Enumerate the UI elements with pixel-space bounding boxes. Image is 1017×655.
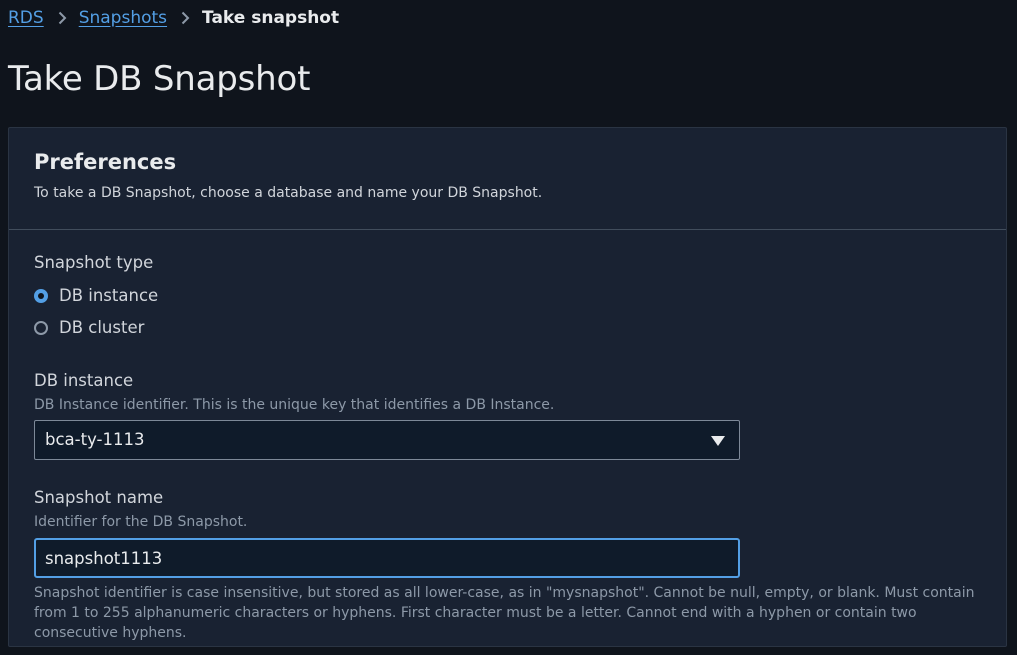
breadcrumb-rds-link[interactable]: RDS [8, 8, 44, 28]
radio-db-cluster-label: DB cluster [59, 318, 145, 337]
radio-db-instance-label: DB instance [59, 286, 159, 305]
preferences-header: Preferences To take a DB Snapshot, choos… [9, 128, 1006, 230]
db-instance-select[interactable]: bca-ty-1113 [34, 420, 740, 460]
db-instance-label: DB instance [34, 371, 134, 390]
snapshot-name-input[interactable] [34, 538, 740, 578]
snapshot-name-constraint: Snapshot identifier is case insensitive,… [34, 585, 975, 641]
snapshot-name-description: Identifier for the DB Snapshot. [34, 514, 248, 530]
preferences-title: Preferences [34, 150, 177, 174]
snapshot-name-label: Snapshot name [34, 488, 164, 507]
breadcrumb-snapshots-link[interactable]: Snapshots [79, 8, 167, 28]
db-instance-selected-value: bca-ty-1113 [45, 430, 145, 449]
chevron-right-icon [58, 11, 67, 25]
page: RDS Snapshots Take snapshot Take DB Snap… [0, 0, 1017, 655]
radio-db-cluster[interactable]: DB cluster [34, 318, 144, 337]
radio-unchecked-icon [34, 320, 48, 335]
snapshot-type-label: Snapshot type [34, 253, 154, 272]
radio-db-instance[interactable]: DB instance [34, 286, 158, 305]
preferences-panel: Preferences To take a DB Snapshot, choos… [8, 127, 1007, 647]
chevron-right-icon [181, 11, 190, 25]
page-title: Take DB Snapshot [8, 59, 311, 99]
preferences-description: To take a DB Snapshot, choose a database… [34, 185, 543, 201]
caret-down-icon [711, 436, 725, 446]
breadcrumb: RDS Snapshots Take snapshot [8, 6, 339, 30]
db-instance-description: DB Instance identifier. This is the uniq… [34, 397, 555, 413]
breadcrumb-current: Take snapshot [202, 8, 340, 28]
radio-checked-icon [34, 288, 48, 303]
